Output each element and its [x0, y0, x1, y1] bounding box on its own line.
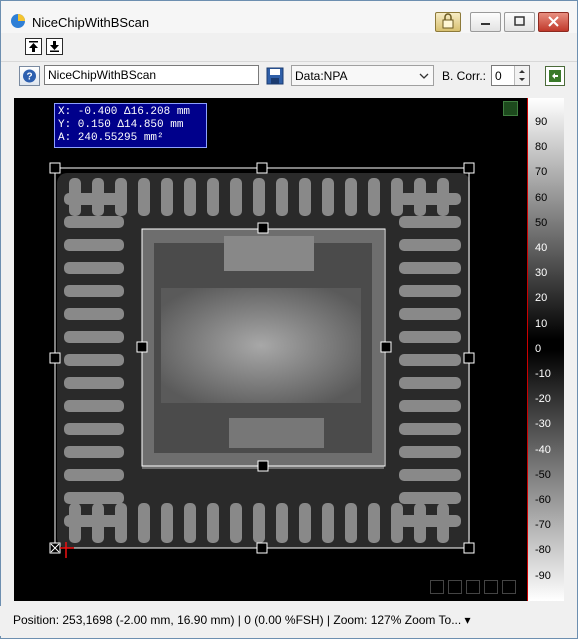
chevron-down-icon [419, 73, 429, 79]
colorbar-tick: -50 [535, 468, 551, 481]
lock-button[interactable] [435, 12, 461, 32]
lock-icon [442, 13, 454, 29]
colorbar-tick: 50 [535, 216, 548, 229]
help-button[interactable]: ? [19, 66, 40, 86]
colorbar-tick: 30 [535, 267, 548, 280]
colorbar-tick: -10 [535, 368, 551, 380]
colorbar-tick: 70 [535, 166, 548, 179]
minimize-button[interactable] [470, 12, 501, 32]
colorbar-tick: 80 [535, 141, 548, 154]
refresh-icon [549, 70, 561, 82]
colorbar-tick: 0 [535, 342, 542, 355]
colorbar-tick: -70 [535, 519, 551, 532]
scan-name-input[interactable] [44, 65, 259, 85]
coord-y: Y: 0.150 Δ14.850 mm [58, 119, 184, 131]
data-type-select[interactable]: Data:NPA [291, 65, 434, 86]
colorbar-tick: -30 [535, 418, 551, 431]
bcorr-label: B. Corr.: [442, 69, 487, 83]
view-icon-4[interactable] [484, 580, 498, 594]
svg-text:?: ? [26, 72, 32, 83]
help-icon: ? [23, 69, 36, 83]
coord-area: A: 240.55295 mm² [58, 132, 164, 144]
view-icon-3[interactable] [466, 580, 480, 594]
colorbar-tick: 60 [535, 191, 548, 204]
view-icon-1[interactable] [430, 580, 444, 594]
refresh-button[interactable] [545, 66, 565, 86]
colorbar-tick: 90 [535, 116, 548, 128]
save-icon [266, 67, 284, 85]
move-down-button[interactable] [46, 38, 63, 55]
maximize-icon [514, 16, 525, 26]
title-bar[interactable]: NiceChipWithBScan [1, 1, 577, 33]
bcorr-value: 0 [495, 69, 502, 83]
spinner-arrows[interactable] [514, 66, 529, 85]
bcorr-spinner[interactable]: 0 [491, 65, 530, 86]
move-up-button[interactable] [25, 38, 42, 55]
indicator-square [503, 101, 518, 116]
app-icon [11, 14, 25, 28]
layer-toolbar [1, 34, 577, 59]
view-icon-5[interactable] [502, 580, 516, 594]
colorbar-tick: -80 [535, 544, 551, 557]
close-button[interactable] [538, 12, 569, 32]
arrow-up-icon [29, 41, 38, 52]
colorbar-tick: 10 [535, 317, 548, 330]
colorbar-tick: -90 [535, 569, 551, 582]
view-icon-2[interactable] [448, 580, 462, 594]
spinner-icon [519, 70, 525, 81]
data-type-select-value: Data:NPA [295, 69, 348, 83]
close-icon [548, 16, 559, 27]
coord-x: X: -0.400 Δ16.208 mm [58, 106, 191, 118]
colorbar-tick: -40 [535, 443, 551, 456]
colorbar-tick: 40 [535, 242, 548, 254]
save-button[interactable] [265, 66, 286, 86]
minimize-icon [481, 23, 490, 25]
window-title: NiceChipWithBScan [32, 15, 150, 30]
arrow-down-icon [50, 41, 59, 52]
status-text: Position: 253,1698 (-2.00 mm, 16.90 mm) … [13, 613, 471, 627]
selection-overlay [49, 162, 475, 558]
colorbar-tick: 20 [535, 292, 548, 305]
maximize-button[interactable] [504, 12, 535, 32]
coordinate-readout: X: -0.400 Δ16.208 mm Y: 0.150 Δ14.850 mm A… [54, 103, 207, 148]
colorbar-tick: -60 [535, 494, 551, 506]
colorbar-tick: -20 [535, 393, 551, 406]
